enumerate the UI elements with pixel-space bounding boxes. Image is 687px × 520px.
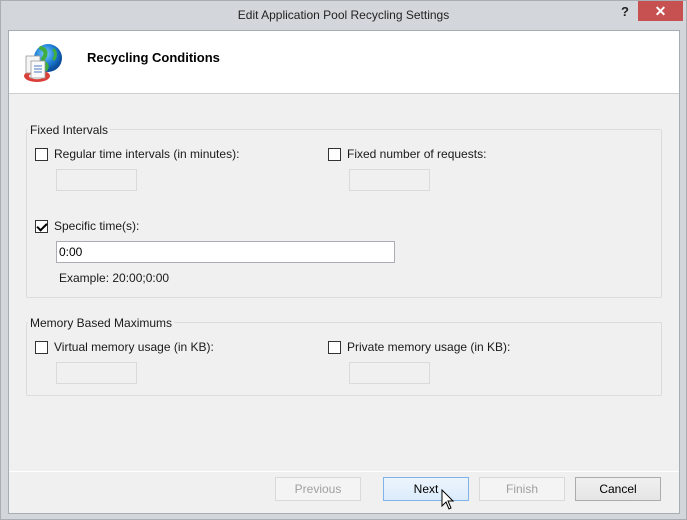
previous-button[interactable]: Previous [275, 477, 361, 501]
fixed-requests-checkbox[interactable] [328, 147, 341, 161]
specific-times-label: Specific time(s): [54, 219, 140, 233]
title-bar[interactable]: Edit Application Pool Recycling Settings… [1, 1, 686, 30]
fixed-requests-label: Fixed number of requests: [347, 147, 487, 161]
window-title: Edit Application Pool Recycling Settings [237, 8, 450, 22]
specific-times-option[interactable]: Specific time(s): [35, 218, 139, 234]
regular-time-intervals-input[interactable] [56, 169, 137, 191]
close-icon: ✕ [654, 3, 667, 19]
private-memory-option[interactable]: Private memory usage (in KB): [328, 339, 510, 355]
fixed-requests-input[interactable] [349, 169, 430, 191]
fixed-intervals-legend: Fixed Intervals [28, 123, 111, 137]
next-button[interactable]: Next [383, 477, 469, 501]
wizard-header: Recycling Conditions [9, 31, 679, 94]
fixed-requests-option[interactable]: Fixed number of requests: [328, 146, 486, 162]
private-memory-checkbox[interactable] [328, 340, 341, 354]
page-title: Recycling Conditions [87, 50, 220, 65]
private-memory-label: Private memory usage (in KB): [347, 340, 511, 354]
virtual-memory-checkbox[interactable] [35, 340, 48, 354]
memory-maximums-group: Memory Based Maximums [26, 316, 662, 396]
private-memory-input[interactable] [349, 362, 430, 384]
specific-times-input[interactable]: 0:00 [56, 241, 395, 263]
virtual-memory-input[interactable] [56, 362, 137, 384]
regular-time-intervals-label: Regular time intervals (in minutes): [54, 147, 240, 161]
virtual-memory-label: Virtual memory usage (in KB): [54, 340, 214, 354]
virtual-memory-option[interactable]: Virtual memory usage (in KB): [35, 339, 214, 355]
mouse-cursor-icon [441, 489, 455, 510]
finish-button[interactable]: Finish [479, 477, 565, 501]
close-button[interactable]: ✕ [638, 1, 683, 21]
regular-time-intervals-checkbox[interactable] [35, 147, 48, 161]
specific-times-example: Example: 20:00;0:00 [59, 271, 170, 285]
specific-times-checkbox[interactable] [35, 219, 48, 233]
regular-time-intervals-option[interactable]: Regular time intervals (in minutes): [35, 146, 239, 162]
memory-maximums-legend: Memory Based Maximums [28, 316, 175, 330]
recycle-globe-icon [24, 44, 62, 82]
dialog-window: Edit Application Pool Recycling Settings… [0, 0, 687, 520]
dialog-content: Recycling Conditions Fixed Intervals Reg… [8, 30, 680, 514]
footer-divider [9, 471, 679, 472]
cancel-button[interactable]: Cancel [575, 477, 661, 501]
help-button[interactable]: ? [618, 3, 632, 21]
